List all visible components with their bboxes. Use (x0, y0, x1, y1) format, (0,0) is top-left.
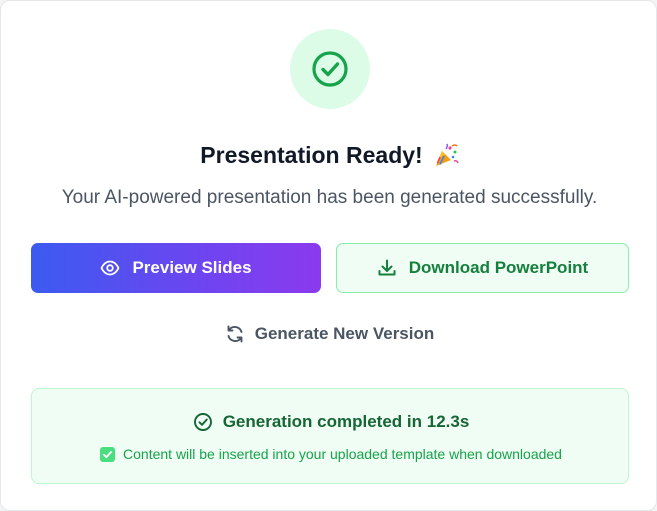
generate-new-version-button[interactable]: Generate New Version (1, 319, 657, 349)
eye-icon (100, 258, 120, 278)
success-badge (290, 29, 370, 109)
template-note: Content will be inserted into your uploa… (32, 446, 630, 462)
download-powerpoint-label: Download PowerPoint (408, 258, 589, 277)
refresh-icon (225, 324, 245, 344)
page-subtitle: Your AI-powered presentation has been ge… (61, 187, 598, 208)
generation-completed-text: Generation completed in 12.3s (222, 412, 470, 431)
check-circle-icon (310, 49, 350, 89)
success-card: Presentation Ready! Your AI-powered pres… (0, 0, 657, 511)
page-title-row: Presentation Ready! (1, 142, 657, 169)
page-title: Presentation Ready! (200, 142, 423, 168)
party-popper-icon (433, 143, 459, 169)
generation-status-line: Generation completed in 12.3s (32, 412, 630, 432)
preview-slides-label: Preview Slides (132, 258, 252, 277)
generation-status-box: Generation completed in 12.3s Content wi… (31, 388, 629, 484)
preview-slides-button[interactable]: Preview Slides (31, 243, 321, 293)
download-icon (377, 258, 397, 278)
checkbox-checked-icon (100, 446, 116, 462)
download-powerpoint-button[interactable]: Download PowerPoint (336, 243, 629, 293)
check-circle-icon (193, 412, 213, 432)
template-note-text: Content will be inserted into your uploa… (123, 446, 562, 462)
generate-new-version-label: Generate New Version (254, 324, 435, 343)
